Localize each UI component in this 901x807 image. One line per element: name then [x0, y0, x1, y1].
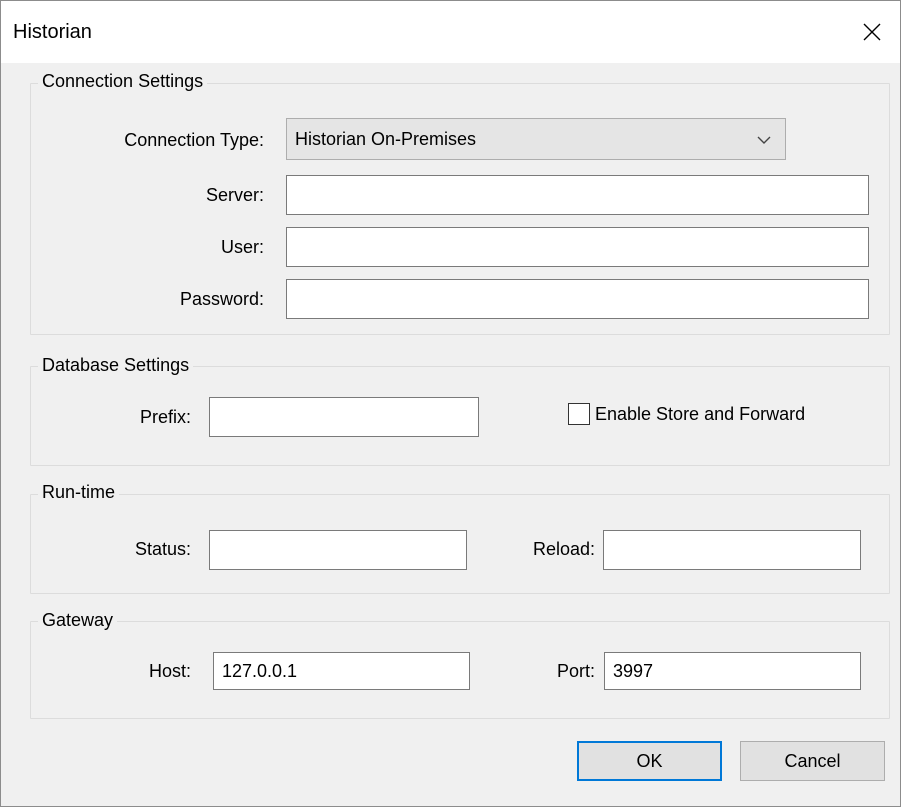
port-input[interactable]: [604, 652, 861, 690]
gateway-label: Gateway: [38, 610, 118, 631]
dialog-window: Historian Connection Settings Connection…: [0, 0, 901, 807]
status-label: Status:: [134, 539, 191, 559]
reload-label: Reload:: [532, 539, 595, 559]
server-input[interactable]: [286, 175, 869, 215]
chevron-down-icon: [757, 136, 771, 144]
connection-type-select[interactable]: Historian On-Premises: [286, 118, 786, 160]
store-forward-label[interactable]: Enable Store and Forward: [595, 404, 805, 425]
user-input[interactable]: [286, 227, 869, 267]
status-input[interactable]: [209, 530, 467, 570]
prefix-label: Prefix:: [139, 407, 191, 427]
connection-type-label: Connection Type:: [124, 130, 264, 150]
cancel-button[interactable]: Cancel: [740, 741, 885, 781]
connection-settings-label: Connection Settings: [38, 71, 208, 92]
connection-type-value: Historian On-Premises: [295, 128, 477, 149]
runtime-label: Run-time: [38, 482, 120, 503]
prefix-input[interactable]: [209, 397, 479, 437]
close-button[interactable]: [844, 1, 900, 63]
port-label: Port:: [556, 661, 595, 681]
user-label: User:: [220, 237, 264, 257]
password-input[interactable]: [286, 279, 869, 319]
store-forward-checkbox[interactable]: [568, 403, 590, 425]
host-label: Host:: [148, 661, 191, 681]
close-icon: [863, 23, 881, 41]
password-label: Password:: [179, 289, 264, 309]
ok-button[interactable]: OK: [577, 741, 722, 781]
window-title: Historian: [13, 21, 92, 43]
database-settings-label: Database Settings: [38, 355, 194, 376]
server-label: Server:: [205, 185, 264, 205]
reload-input[interactable]: [603, 530, 861, 570]
title-bar[interactable]: Historian: [1, 1, 900, 63]
host-input[interactable]: [213, 652, 470, 690]
